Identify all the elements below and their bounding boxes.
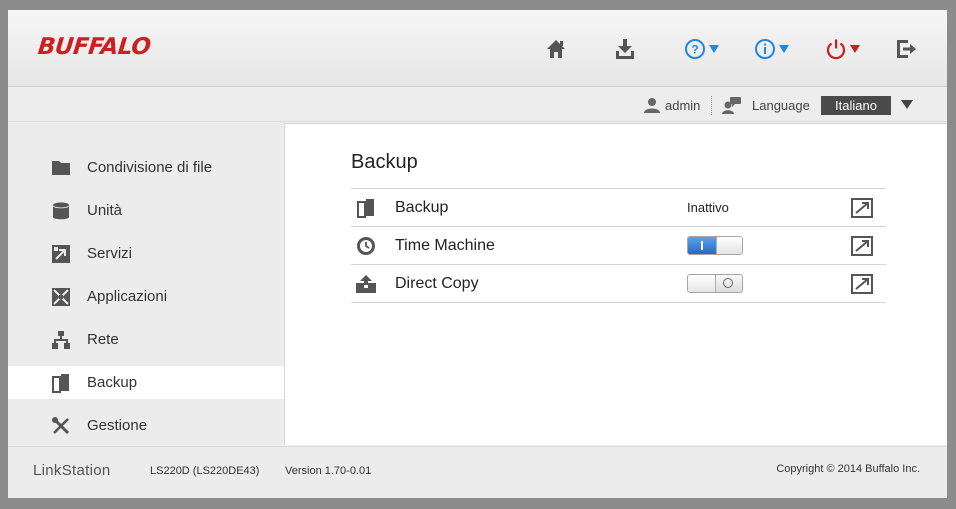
- sidebar: Condivisione di file Unità Servizi Appli…: [8, 123, 284, 445]
- help-icon[interactable]: ?: [684, 36, 719, 62]
- sidebar-item-label: Servizi: [87, 245, 133, 262]
- sidebar-item-label: Applicazioni: [87, 288, 168, 305]
- language-select[interactable]: Italiano: [821, 96, 891, 115]
- row-label: Direct Copy: [395, 275, 479, 292]
- user-indicator: admin: [644, 88, 700, 122]
- product-brand: LinkStation: [33, 462, 111, 479]
- toggle-on-mark: [701, 241, 703, 250]
- user-icon: [644, 98, 660, 113]
- sidebar-item-label: Backup: [87, 374, 138, 391]
- services-icon: [52, 245, 70, 263]
- sidebar-item-label: Rete: [87, 331, 119, 348]
- toggle-knob: [716, 237, 742, 254]
- drive-icon: [53, 202, 69, 220]
- sidebar-item-label: Gestione: [87, 417, 148, 434]
- copyright: Copyright © 2014 Buffalo Inc.: [776, 463, 920, 475]
- app-window: BUFFALO ? admin Language Italiano Condiv…: [8, 10, 947, 498]
- home-icon[interactable]: [545, 36, 567, 62]
- sidebar-item-rete[interactable]: Rete: [8, 323, 284, 356]
- folder-icon: [52, 161, 70, 175]
- info-caret-icon: [779, 45, 789, 53]
- page-title: Backup: [351, 151, 418, 173]
- tools-icon: [52, 417, 70, 435]
- firmware-version: Version 1.70-0.01: [285, 465, 372, 477]
- sidebar-item-label: Unità: [87, 202, 123, 219]
- language-label: Language: [752, 97, 810, 113]
- language-icon: [722, 97, 741, 114]
- help-caret-icon: [709, 45, 719, 53]
- status-text: Inattivo: [687, 200, 729, 215]
- divider: [711, 96, 712, 115]
- footer: LinkStation LS220D (LS220DE43) Version 1…: [8, 446, 947, 498]
- svg-text:?: ?: [691, 43, 698, 57]
- model-name: LS220D (LS220DE43): [150, 465, 260, 477]
- info-icon[interactable]: [754, 36, 789, 62]
- main-panel: Backup Backup Inattivo Time Machine Dire…: [284, 123, 947, 445]
- backup-table: Backup Inattivo Time Machine Direct Copy: [351, 188, 886, 303]
- table-row: Direct Copy: [351, 265, 886, 303]
- language-label-group: Language: [722, 88, 810, 122]
- power-caret-icon: [850, 45, 860, 53]
- sidebar-item-applicazioni[interactable]: Applicazioni: [8, 280, 284, 313]
- table-row: Backup Inattivo: [351, 189, 886, 227]
- sidebar-item-backup[interactable]: Backup: [8, 366, 284, 399]
- open-settings-icon[interactable]: [851, 236, 873, 256]
- network-icon: [52, 331, 70, 349]
- backup-icon: [357, 199, 374, 218]
- download-icon[interactable]: [614, 36, 636, 62]
- top-header: BUFFALO ?: [8, 10, 947, 87]
- power-icon[interactable]: [825, 36, 860, 62]
- sidebar-item-label: Condivisione di file: [87, 159, 213, 176]
- row-label: Time Machine: [395, 237, 495, 254]
- toggle-off-mark: [723, 278, 733, 288]
- open-settings-icon[interactable]: [851, 274, 873, 294]
- sidebar-item-unita[interactable]: Unità: [8, 194, 284, 227]
- logout-icon[interactable]: [895, 36, 917, 62]
- direct-copy-icon: [356, 275, 376, 293]
- sidebar-item-condivisione[interactable]: Condivisione di file: [8, 151, 284, 184]
- chevron-down-icon[interactable]: [901, 100, 913, 109]
- username: admin: [665, 97, 701, 113]
- backup-icon: [52, 374, 69, 393]
- user-bar: admin Language Italiano: [8, 88, 947, 122]
- sidebar-item-servizi[interactable]: Servizi: [8, 237, 284, 270]
- time-machine-icon: [357, 237, 375, 255]
- direct-copy-toggle[interactable]: [687, 274, 743, 293]
- time-machine-toggle[interactable]: [687, 236, 743, 255]
- buffalo-logo: BUFFALO: [36, 34, 152, 60]
- row-label: Backup: [395, 199, 449, 216]
- sidebar-item-gestione[interactable]: Gestione: [8, 409, 284, 442]
- table-row: Time Machine: [351, 227, 886, 265]
- applications-icon: [52, 288, 70, 306]
- open-settings-icon[interactable]: [851, 198, 873, 218]
- toggle-knob: [688, 275, 716, 292]
